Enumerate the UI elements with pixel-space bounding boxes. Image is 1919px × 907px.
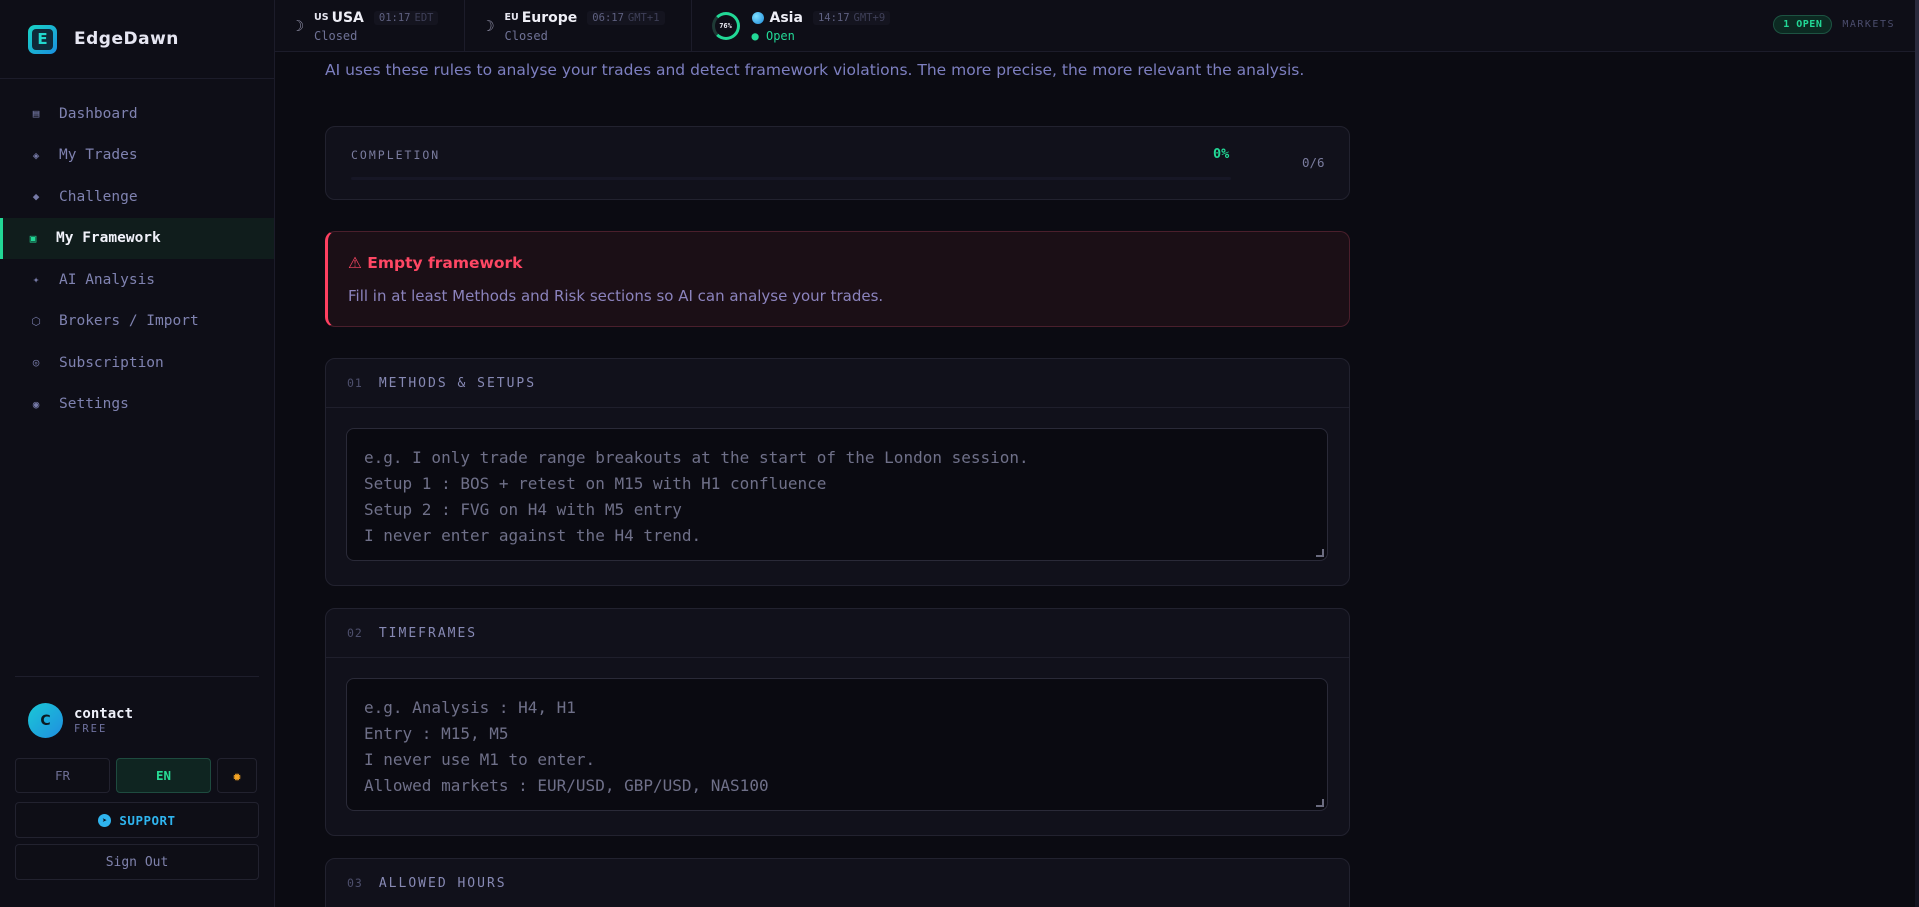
support-button[interactable]: ➤ SUPPORT [15, 802, 259, 838]
sidebar-item-my-trades[interactable]: ◈ My Trades [0, 135, 274, 177]
sidebar-item-dashboard[interactable]: ▤ Dashboard [0, 93, 274, 135]
section-number: 03 [347, 876, 363, 890]
user-plan-badge: FREE [74, 723, 108, 735]
scrollbar-thumb[interactable] [1915, 0, 1919, 420]
market-time: 06:17 GMT+1 [587, 10, 665, 25]
market-status: ● Open [751, 28, 795, 43]
market-time: 14:17 GMT+9 [812, 10, 891, 25]
completion-card: COMPLETION 0% 0/6 [325, 126, 1350, 200]
market-asia[interactable]: 76% Asia 14:17 GMT+9 ● Open [692, 0, 917, 52]
section-title: METHODS & SETUPS [378, 375, 537, 391]
open-count-badge: 1 OPEN [1773, 15, 1833, 34]
completion-progress-bar [351, 177, 1231, 180]
market-time: 01:17 EDT [373, 10, 439, 25]
market-name: USA [331, 9, 364, 26]
settings-icon: ◉ [32, 397, 40, 411]
challenge-icon: ◆ [32, 190, 40, 204]
sidebar-item-settings[interactable]: ◉ Settings [0, 384, 274, 426]
sun-icon: ✹ [232, 766, 242, 785]
sidebar-item-label: AI Analysis [59, 271, 156, 288]
sidebar: E EdgeDawn ▤ Dashboard ◈ My Trades ◆ Cha… [0, 0, 275, 907]
moon-icon: ☽ [485, 17, 495, 35]
section-allowed-hours: 03 ALLOWED HOURS [325, 858, 1350, 907]
market-name: Europe [521, 9, 578, 26]
sidebar-nav: ▤ Dashboard ◈ My Trades ◆ Challenge ▣ My… [0, 79, 274, 425]
sidebar-item-subscription[interactable]: ◎ Subscription [0, 342, 274, 384]
telegram-icon: ➤ [98, 813, 112, 827]
sidebar-item-challenge[interactable]: ◆ Challenge [0, 176, 274, 218]
framework-icon: ▣ [29, 231, 37, 245]
theme-toggle-button[interactable]: ✹ [217, 758, 257, 793]
sign-out-button[interactable]: Sign Out [15, 844, 259, 880]
user-name: contact [74, 706, 134, 722]
brand-name: EdgeDawn [74, 29, 179, 49]
sidebar-item-label: Subscription [59, 354, 164, 371]
moon-icon: ☽ [295, 17, 305, 35]
alert-text: Fill in at least Methods and Risk sectio… [348, 287, 884, 305]
sidebar-item-brokers-import[interactable]: ⬡ Brokers / Import [0, 301, 274, 343]
completion-label: COMPLETION [351, 148, 441, 162]
markets-summary: 1 OPEN MARKETS [1773, 15, 1895, 34]
sidebar-item-label: Challenge [59, 188, 138, 205]
completion-count: 0/6 [1302, 155, 1325, 170]
sidebar-item-label: My Trades [59, 147, 138, 164]
section-number: 02 [347, 626, 363, 640]
globe-icon [751, 11, 764, 24]
sparkle-icon: ✦ [32, 273, 40, 287]
methods-textarea[interactable]: e.g. I only trade range breakouts at the… [346, 428, 1328, 561]
trades-icon: ◈ [32, 148, 40, 162]
support-label: SUPPORT [119, 812, 176, 828]
section-methods-setups: 01 METHODS & SETUPS e.g. I only trade ra… [325, 358, 1350, 586]
lang-en-button[interactable]: EN [116, 758, 211, 793]
market-code: US [314, 12, 329, 23]
lang-fr-button[interactable]: FR [15, 758, 110, 793]
market-status: Closed [504, 28, 548, 43]
page-intro: AI uses these rules to analyse your trad… [325, 61, 1305, 79]
sidebar-item-label: Brokers / Import [59, 313, 199, 330]
sidebar-item-my-framework[interactable]: ▣ My Framework [0, 217, 274, 259]
market-europe[interactable]: ☽ EU Europe 06:17 GMT+1 Closed [465, 0, 692, 52]
sidebar-item-ai-analysis[interactable]: ✦ AI Analysis [0, 259, 274, 301]
section-title: TIMEFRAMES [378, 625, 478, 641]
brand[interactable]: E EdgeDawn [0, 0, 274, 79]
language-switcher: FR EN ✹ [15, 758, 257, 793]
divider [15, 676, 259, 677]
market-sessions-bar: ☽ US USA 01:17 EDT Closed ☽ EU Europe 06:… [275, 0, 1919, 52]
timeframes-textarea[interactable]: e.g. Analysis : H4, H1 Entry : M15, M5 I… [346, 678, 1328, 811]
avatar: C [28, 703, 63, 738]
empty-framework-alert: ⚠ Empty framework Fill in at least Metho… [325, 231, 1350, 327]
section-timeframes: 02 TIMEFRAMES e.g. Analysis : H4, H1 Ent… [325, 608, 1350, 836]
section-number: 01 [347, 376, 363, 390]
completion-percent: 0% [1213, 146, 1230, 162]
scrollbar[interactable] [1915, 0, 1919, 907]
sidebar-item-label: Settings [59, 396, 129, 413]
sidebar-item-label: My Framework [56, 230, 161, 247]
framework-page: AI uses these rules to analyse your trad… [325, 52, 1350, 907]
alert-title: ⚠ Empty framework [348, 254, 523, 272]
market-status: Closed [314, 28, 358, 43]
markets-label: MARKETS [1842, 19, 1895, 30]
user-profile[interactable]: C contact FREE [28, 703, 133, 738]
market-usa[interactable]: ☽ US USA 01:17 EDT Closed [275, 0, 466, 52]
section-title: ALLOWED HOURS [378, 875, 507, 891]
subscription-icon: ◎ [32, 356, 40, 370]
market-name: Asia [769, 9, 803, 26]
brand-logo: E [28, 24, 57, 54]
hexagon-icon: ⬡ [31, 314, 41, 328]
session-progress-ring: 76% [711, 12, 740, 40]
sidebar-item-label: Dashboard [59, 105, 138, 122]
market-code: EU [504, 12, 519, 23]
dashboard-icon: ▤ [32, 107, 40, 121]
